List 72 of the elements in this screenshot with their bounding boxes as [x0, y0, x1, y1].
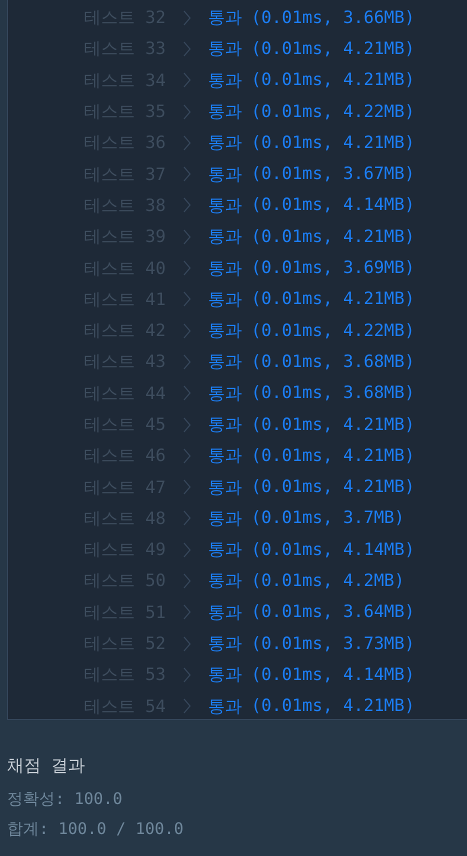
- chevron-icon: [183, 448, 191, 464]
- test-status: 통과: [208, 258, 242, 280]
- chevron-icon: [183, 666, 191, 683]
- chevron-icon: [183, 228, 191, 245]
- test-detail: (0.01ms, 4.21MB): [251, 477, 415, 498]
- test-status: 통과: [208, 288, 242, 311]
- chevron-icon: [183, 542, 191, 558]
- test-status: 통과: [208, 226, 242, 248]
- test-status: 통과: [208, 164, 242, 186]
- test-status: 통과: [208, 539, 242, 562]
- test-detail: (0.01ms, 3.7MB): [251, 508, 405, 528]
- test-detail: (0.01ms, 3.67MB): [251, 164, 415, 184]
- chevron-icon: [183, 197, 191, 214]
- test-status: 통과: [208, 476, 242, 499]
- test-status: 통과: [208, 445, 242, 468]
- result-title: 채점 결과: [7, 755, 86, 778]
- test-status: 통과: [208, 38, 242, 60]
- chevron-icon: [183, 322, 191, 339]
- chevron-icon: [183, 698, 191, 714]
- test-detail: (0.01ms, 4.14MB): [251, 664, 415, 685]
- test-detail: (0.01ms, 4.22MB): [251, 320, 415, 341]
- test-status: 통과: [208, 320, 242, 342]
- test-detail: (0.01ms, 3.69MB): [251, 258, 415, 278]
- chevron-icon: [183, 291, 191, 308]
- test-status: 통과: [208, 70, 242, 92]
- chevron-icon: [183, 385, 191, 402]
- test-detail: (0.01ms, 4.14MB): [251, 195, 415, 216]
- chevron-icon: [183, 104, 191, 120]
- chevron-icon: [183, 636, 191, 652]
- test-status: 통과: [208, 508, 242, 530]
- chevron-icon: [183, 510, 191, 526]
- total-text: 합계: 100.0 / 100.0: [7, 818, 184, 840]
- test-status: 통과: [208, 7, 242, 30]
- test-detail: (0.01ms, 4.21MB): [251, 289, 415, 310]
- test-status: 통과: [208, 101, 242, 124]
- test-detail: (0.01ms, 4.21MB): [251, 70, 415, 90]
- chevron-icon: [183, 416, 191, 432]
- chevron-icon: [183, 479, 191, 496]
- chevron-icon: [183, 10, 191, 26]
- test-status: 통과: [208, 570, 242, 592]
- test-detail: (0.01ms, 4.21MB): [251, 132, 415, 153]
- chevron-icon: [183, 40, 191, 57]
- test-status: 통과: [208, 382, 242, 405]
- chevron-icon: [183, 166, 191, 182]
- test-status: 통과: [208, 602, 242, 624]
- test-detail: (0.01ms, 4.14MB): [251, 540, 415, 560]
- test-detail: (0.01ms, 4.2MB): [251, 570, 405, 591]
- chevron-icon: [183, 572, 191, 589]
- test-detail: (0.01ms, 3.68MB): [251, 383, 415, 404]
- test-detail: (0.01ms, 3.66MB): [251, 8, 415, 28]
- chevron-icon: [183, 354, 191, 370]
- test-status: 통과: [208, 414, 242, 436]
- test-status: 통과: [208, 351, 242, 374]
- chevron-icon: [183, 604, 191, 620]
- chevron-icon: [183, 134, 191, 151]
- chevron-icon: [183, 72, 191, 88]
- test-status: 통과: [208, 696, 242, 718]
- test-status: 통과: [208, 664, 242, 686]
- test-detail: (0.01ms, 4.21MB): [251, 446, 415, 466]
- test-detail: (0.01ms, 3.64MB): [251, 602, 415, 622]
- test-detail: (0.01ms, 4.21MB): [251, 414, 415, 434]
- chevron-icon: [183, 260, 191, 276]
- accuracy-text: 정확성: 100.0: [7, 788, 124, 810]
- test-detail: (0.01ms, 4.21MB): [251, 696, 415, 716]
- test-status: 통과: [208, 633, 242, 656]
- test-detail: (0.01ms, 4.22MB): [251, 102, 415, 122]
- test-detail: (0.01ms, 3.73MB): [251, 634, 415, 654]
- test-detail: (0.01ms, 3.68MB): [251, 352, 415, 372]
- test-status: 통과: [208, 132, 242, 154]
- test-detail: (0.01ms, 4.21MB): [251, 226, 415, 247]
- test-status: 통과: [208, 194, 242, 217]
- test-detail: (0.01ms, 4.21MB): [251, 38, 415, 59]
